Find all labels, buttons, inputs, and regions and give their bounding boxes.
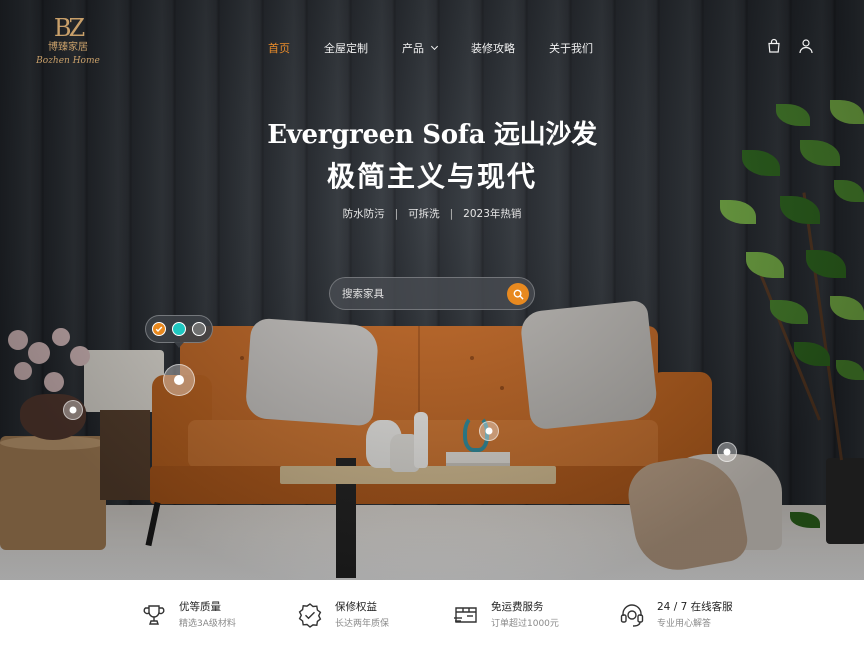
nav-item-label: 关于我们 bbox=[549, 42, 593, 55]
flower bbox=[28, 342, 50, 364]
leaf bbox=[830, 100, 864, 124]
nav-item-products[interactable]: 产品 bbox=[402, 40, 439, 56]
nav-item-label: 全屋定制 bbox=[324, 42, 368, 55]
shield-check-icon bbox=[298, 603, 322, 628]
tag-separator: | bbox=[449, 208, 454, 220]
plant-stem bbox=[802, 192, 843, 461]
color-swatch-gray[interactable] bbox=[192, 322, 206, 336]
feature-quality: 优等质量 精选3A级材料 bbox=[141, 600, 236, 631]
white-vase bbox=[414, 412, 428, 468]
feature-subtitle: 订单超过1000元 bbox=[491, 619, 559, 629]
feature-title: 保修权益 bbox=[335, 601, 377, 613]
trophy-icon bbox=[143, 605, 165, 625]
hotspot-sofa[interactable] bbox=[163, 364, 195, 396]
search-button[interactable] bbox=[507, 283, 529, 305]
nav-item-label: 装修攻略 bbox=[471, 42, 515, 55]
brand-logo[interactable]: BZ 博臻家居 Bozhen Home bbox=[36, 16, 100, 72]
leaf bbox=[746, 252, 784, 278]
leaf bbox=[720, 200, 756, 224]
tuft bbox=[500, 386, 504, 390]
search-bar bbox=[329, 277, 535, 310]
check-icon bbox=[155, 326, 163, 333]
search-icon bbox=[513, 289, 524, 300]
feature-warranty: 保修权益 长达两年质保 bbox=[297, 600, 389, 631]
feature-title: 免运费服务 bbox=[491, 601, 544, 613]
wood-stump-side-table bbox=[0, 436, 106, 550]
nav-item-about[interactable]: 关于我们 bbox=[549, 40, 593, 56]
books bbox=[446, 452, 510, 466]
nav-item-guides[interactable]: 装修攻略 bbox=[471, 40, 515, 56]
pillow-right bbox=[519, 299, 659, 431]
flower bbox=[70, 346, 90, 366]
shopping-bag-icon[interactable] bbox=[766, 38, 782, 54]
logo-name: 博臻家居 bbox=[48, 42, 88, 53]
leaf bbox=[834, 180, 864, 202]
tag: 2023年热销 bbox=[463, 208, 522, 220]
hotspot-ottoman[interactable] bbox=[717, 442, 737, 462]
delivery-box-icon bbox=[454, 607, 477, 623]
chevron-down-icon bbox=[430, 42, 439, 51]
leaf bbox=[800, 140, 840, 166]
color-swatch-teal[interactable] bbox=[172, 322, 186, 336]
search-input[interactable] bbox=[342, 285, 492, 303]
color-swatch-popover bbox=[145, 315, 213, 348]
color-swatch-orange[interactable] bbox=[152, 322, 166, 336]
lamp-base bbox=[100, 410, 150, 500]
tag-separator: | bbox=[394, 208, 399, 220]
leaf bbox=[780, 196, 820, 224]
nav-item-home[interactable]: 首页 bbox=[268, 40, 290, 56]
tuft bbox=[470, 356, 474, 360]
leaf bbox=[836, 360, 864, 380]
feature-tags: 防水防污 | 可拆洗 | 2023年热销 bbox=[232, 206, 632, 221]
leaf bbox=[806, 250, 846, 278]
flower bbox=[14, 362, 32, 380]
features-bar: 优等质量 精选3A级材料 保修权益 长达两年质保 免运费服务 订单超过1000元 bbox=[0, 580, 864, 648]
hotspot-vase[interactable] bbox=[479, 421, 499, 441]
leaf bbox=[830, 296, 864, 320]
nav-item-label: 产品 bbox=[402, 42, 424, 55]
tuft bbox=[240, 356, 244, 360]
feature-subtitle: 精选3A级材料 bbox=[179, 619, 236, 629]
flower bbox=[44, 372, 64, 392]
user-icon[interactable] bbox=[798, 38, 814, 54]
feature-subtitle: 专业用心解答 bbox=[657, 619, 712, 629]
leaf bbox=[776, 104, 810, 126]
logo-script: Bozhen Home bbox=[36, 56, 100, 66]
feature-title: 24 / 7 在线客服 bbox=[657, 601, 733, 613]
main-nav: 首页 全屋定制 产品 装修攻略 关于我们 bbox=[268, 40, 627, 56]
page: BZ 博臻家居 Bozhen Home 首页 全屋定制 产品 装修攻略 关于我们… bbox=[0, 0, 864, 648]
headset-icon bbox=[620, 604, 644, 627]
hero-title: Evergreen Sofa 远山沙发 极简主义与现代 bbox=[232, 114, 632, 198]
planter bbox=[826, 458, 864, 544]
hotspot-flower-bowl[interactable] bbox=[63, 400, 83, 420]
tag: 防水防污 bbox=[342, 208, 385, 220]
tag: 可拆洗 bbox=[408, 208, 440, 220]
feature-support: 24 / 7 在线客服 专业用心解答 bbox=[619, 600, 733, 631]
hero-title-line2: 极简主义与现代 bbox=[326, 160, 537, 193]
flower bbox=[8, 330, 28, 350]
nav-item-custom[interactable]: 全屋定制 bbox=[324, 40, 368, 56]
leaf bbox=[770, 300, 808, 324]
nav-actions bbox=[766, 38, 814, 54]
pillow-left bbox=[244, 317, 380, 427]
feature-subtitle: 长达两年质保 bbox=[335, 619, 390, 629]
hero-title-line1: Evergreen Sofa 远山沙发 bbox=[267, 120, 597, 150]
feature-title: 优等质量 bbox=[179, 601, 221, 613]
leaf bbox=[742, 150, 780, 176]
feature-free-shipping: 免运费服务 订单超过1000元 bbox=[453, 600, 559, 631]
flower bbox=[52, 328, 70, 346]
logo-mark: BZ bbox=[53, 14, 85, 42]
nav-item-label: 首页 bbox=[268, 42, 290, 55]
